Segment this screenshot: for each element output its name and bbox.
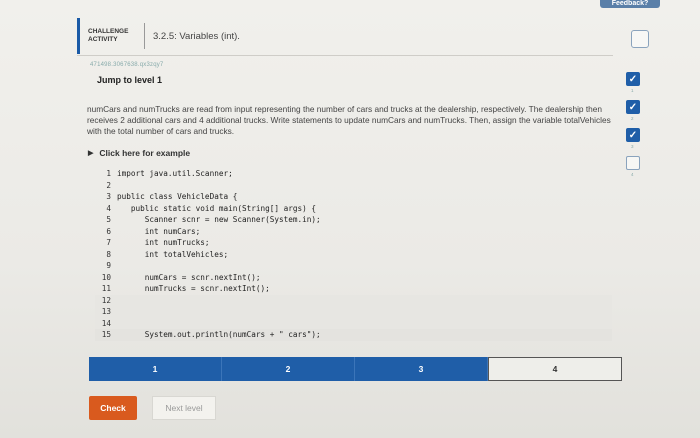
completion-checkbox [631,30,649,48]
code-line: 1 import java.util.Scanner; [95,168,612,180]
level-status-number: 2 [631,116,634,121]
code-text: int numTrucks; [117,238,210,247]
line-number: 3 [106,192,111,201]
activity-header: CHALLENGE ACTIVITY 3.2.5: Variables (int… [77,18,240,54]
code-line[interactable]: 14 [95,317,612,329]
line-number: 6 [106,226,111,236]
click-example-toggle[interactable]: ▶ Click here for example [88,148,190,158]
code-text: Scanner scnr = new Scanner(System.in); [117,215,321,224]
header-divider [144,23,145,49]
code-text: numCars = scnr.nextInt(); [117,272,261,282]
code-text: import java.util.Scanner; [117,169,233,178]
code-line: 10 numCars = scnr.nextInt(); [95,272,612,284]
level-tab-3[interactable]: 3 [355,357,488,381]
line-number: 13 [101,307,111,316]
line-number: 1 [106,169,111,178]
line-number: 15 [101,330,111,339]
line-number: 4 [106,203,111,213]
code-line[interactable]: 12 [95,294,612,306]
activity-title: 3.2.5: Variables (int). [153,30,240,42]
level-status-number: 3 [631,144,634,149]
level-tab-1[interactable]: 1 [89,357,222,381]
line-number: 10 [101,272,111,282]
level-status-2-check-icon: ✓ [626,100,640,114]
click-example-label: Click here for example [99,148,191,158]
code-text: int totalVehicles; [117,249,229,259]
code-line: 9 [95,260,612,272]
line-number: 2 [106,180,111,190]
code-line[interactable]: 15 System.out.println(numCars + " cars")… [95,329,612,341]
line-number: 12 [101,295,111,305]
header-rule [77,55,613,56]
level-status-4 [626,156,640,170]
jump-to-level-link[interactable]: Jump to level 1 [97,75,162,85]
code-line: 5 Scanner scnr = new Scanner(System.in); [95,214,612,226]
level-status-number: 1 [631,88,634,93]
code-editor[interactable]: 1 import java.util.Scanner; 2 3 public class… [95,168,612,344]
level-status-3-check-icon: ✓ [626,128,640,142]
problem-description: numCars and numTrucks are read from inpu… [87,104,611,136]
next-level-button[interactable]: Next level [152,396,216,420]
feedback-link[interactable]: Feedback? [600,0,660,8]
line-number: 14 [101,318,111,328]
level-bar: 1234 [89,357,622,381]
code-text: int numCars; [117,226,201,236]
line-number: 8 [106,249,111,259]
code-line: 6 int numCars; [95,226,612,238]
code-line[interactable]: 13 [95,306,612,318]
code-line: 4 public static void main(String[] args)… [95,203,612,215]
level-status-1-check-icon: ✓ [626,72,640,86]
code-text: System.out.println(numCars + " cars"); [117,330,321,339]
header-accent-bar [77,18,80,54]
code-text: numTrucks = scnr.nextInt(); [117,284,270,293]
activity-id: 471498.3067638.qx3zqy7 [90,62,164,68]
code-line: 7 int numTrucks; [95,237,612,249]
code-line: 11 numTrucks = scnr.nextInt(); [95,283,612,295]
activity-type-label: CHALLENGE ACTIVITY [88,28,129,43]
code-text: public class VehicleData { [117,192,238,201]
line-number: 5 [106,215,111,224]
check-button[interactable]: Check [89,396,137,420]
level-tab-2[interactable]: 2 [222,357,355,381]
line-number: 7 [106,238,111,247]
level-tab-4[interactable]: 4 [488,357,622,381]
code-text: public static void main(String[] args) { [117,203,317,213]
code-line: 8 int totalVehicles; [95,249,612,261]
code-line: 2 [95,180,612,192]
expand-triangle-icon: ▶ [88,150,94,157]
code-line: 3 public class VehicleData { [95,191,612,203]
level-status-number: 4 [631,172,634,177]
line-number: 11 [101,284,111,293]
line-number: 9 [106,261,111,270]
